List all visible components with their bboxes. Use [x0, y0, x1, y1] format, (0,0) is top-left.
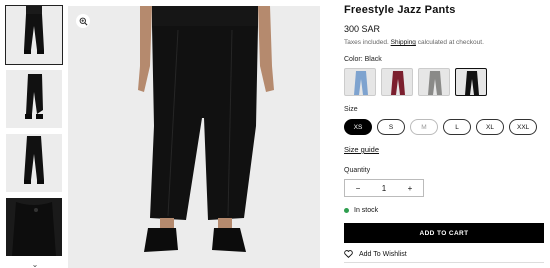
in-stock-dot-icon — [344, 208, 349, 213]
product-info: Freestyle Jazz Pants 300 SAR Taxes inclu… — [344, 4, 544, 258]
tax-prefix: Taxes included. — [344, 39, 389, 46]
stock-text: In stock — [354, 207, 379, 214]
color-swatch-grey[interactable] — [418, 68, 450, 96]
add-to-wishlist-button[interactable]: Add To Wishlist — [344, 250, 544, 258]
size-option-m[interactable]: M — [410, 119, 438, 135]
color-swatch-burgundy[interactable] — [381, 68, 413, 96]
color-swatch-light-blue[interactable] — [344, 68, 376, 96]
quantity-increase-button[interactable]: + — [397, 184, 423, 193]
size-label: Size — [344, 106, 358, 113]
quantity-decrease-button[interactable]: − — [345, 184, 371, 193]
heart-icon — [344, 250, 353, 258]
thumbnail-2[interactable] — [6, 70, 62, 128]
size-option-l[interactable]: L — [443, 119, 471, 135]
color-label: Color: Black — [344, 56, 382, 63]
stock-status: In stock — [344, 207, 544, 214]
size-option-xl[interactable]: XL — [476, 119, 504, 135]
size-options: XS S M L XL XXL — [344, 119, 544, 135]
size-guide-link[interactable]: Size guide — [344, 145, 379, 154]
zoom-button[interactable] — [76, 14, 90, 28]
quantity-stepper: − 1 + — [344, 179, 424, 197]
tax-suffix: calculated at checkout. — [417, 39, 484, 46]
size-option-xs[interactable]: XS — [344, 119, 372, 135]
zoom-in-icon — [79, 17, 87, 25]
color-swatches — [344, 68, 544, 96]
thumbnail-4[interactable] — [6, 198, 62, 256]
product-price: 300 SAR — [344, 24, 381, 34]
tax-note: Taxes included. Shipping calculated at c… — [344, 39, 544, 46]
thumbnail-scroll-indicator[interactable]: ⌄ — [6, 260, 64, 268]
size-option-s[interactable]: S — [377, 119, 405, 135]
add-to-cart-button[interactable]: ADD TO CART — [344, 223, 544, 243]
divider — [344, 262, 544, 263]
wishlist-label: Add To Wishlist — [359, 250, 407, 258]
thumbnail-1[interactable] — [5, 5, 63, 65]
main-product-image[interactable] — [68, 6, 320, 268]
product-title: Freestyle Jazz Pants — [344, 4, 456, 16]
thumbnail-3[interactable] — [6, 134, 62, 192]
color-swatch-black[interactable] — [455, 68, 487, 96]
size-option-xxl[interactable]: XXL — [509, 119, 538, 135]
quantity-label: Quantity — [344, 167, 371, 174]
shipping-link[interactable]: Shipping — [391, 39, 416, 46]
thumbnail-list: ⌄ — [5, 5, 64, 268]
quantity-value[interactable]: 1 — [371, 184, 397, 193]
